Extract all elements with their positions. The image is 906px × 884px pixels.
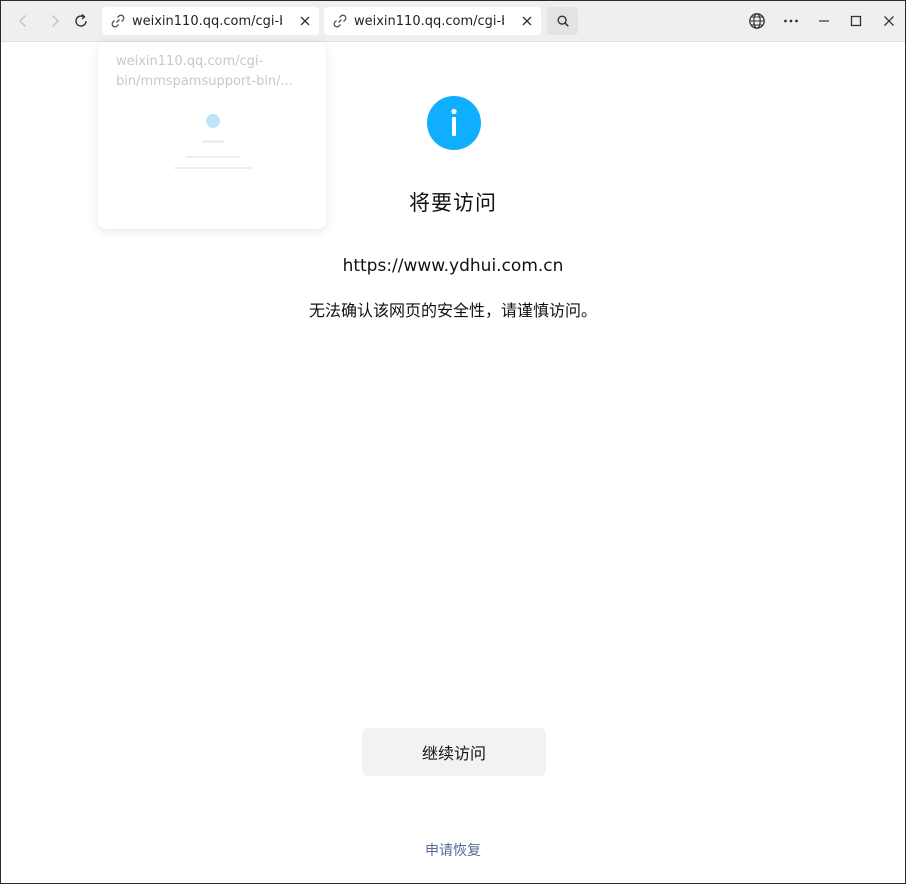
close-icon [884,16,894,26]
tab-label: weixin110.qq.com/cgi-bin/mmspamsupport-b… [132,13,282,29]
preview-info-icon [206,114,220,128]
preview-url-line [186,156,240,158]
forward-button[interactable] [43,9,67,33]
preview-title: weixin110.qq.com/cgi-bin/mmspamsupport-b… [116,54,293,89]
warning-text: 无法确认该网页的安全性，请谨慎访问。 [308,301,597,320]
search-icon [556,15,569,27]
tab-1[interactable]: weixin110.qq.com/cgi-bin/mmspamsupport-b… [102,7,319,35]
reload-icon [75,13,87,27]
more-icon [784,19,798,23]
globe-icon [749,13,765,29]
translate-button[interactable] [745,9,769,33]
continue-button[interactable]: 继续访问 [362,728,546,776]
target-url: https://www.ydhui.com.cn [342,256,564,276]
tab-close-icon[interactable] [297,13,313,29]
preview-heading-line [202,140,224,143]
page-title: 将要访问 [409,191,497,215]
tab-close-icon[interactable] [519,13,535,29]
preview-text-line [174,167,252,169]
link-icon [111,14,125,28]
appeal-link[interactable]: 申请恢复 [1,840,905,860]
minimize-icon [819,20,829,22]
info-icon [427,96,481,150]
maximize-button[interactable] [844,9,868,33]
search-button[interactable] [547,7,578,35]
tab-2[interactable]: weixin110.qq.com/cgi-bin/mmspamsupport-b… [324,7,541,35]
tab-label: weixin110.qq.com/cgi-bin/mmspamsupport-b… [354,13,504,29]
link-icon [333,14,347,28]
browser-window: weixin110.qq.com/cgi-bin/mmspamsupport-b… [0,0,906,884]
title-bar: weixin110.qq.com/cgi-bin/mmspamsupport-b… [1,1,905,42]
minimize-button[interactable] [812,9,836,33]
arrow-left-icon [19,15,26,27]
reload-button[interactable] [69,9,93,33]
more-button[interactable] [779,9,803,33]
maximize-icon [850,15,862,27]
back-button[interactable] [11,9,35,33]
arrow-right-icon [52,15,59,27]
close-button[interactable] [877,9,901,33]
